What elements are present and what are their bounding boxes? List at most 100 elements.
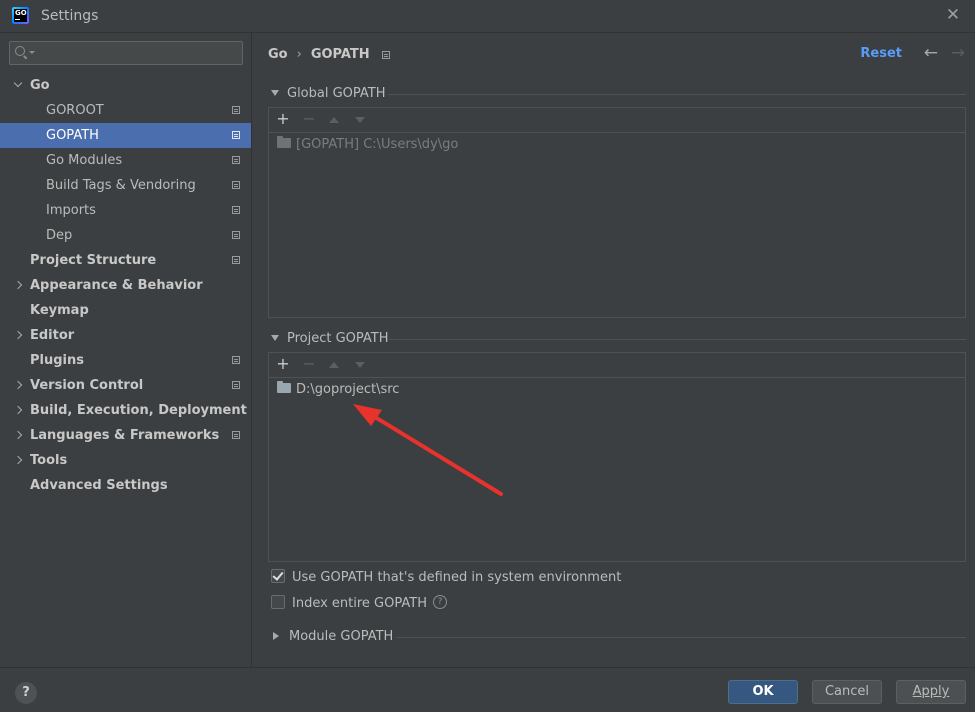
sidebar-item-appearance-behavior[interactable]: Appearance & Behavior [0, 273, 251, 298]
index-entire-gopath-option[interactable]: Index entire GOPATH? [271, 595, 447, 613]
help-button[interactable]: ? [15, 682, 37, 704]
sidebar-item-go[interactable]: Go [0, 73, 251, 98]
sidebar-item-label: Project Structure [30, 253, 157, 268]
ok-button[interactable]: OK [728, 680, 798, 704]
sidebar-item-label: Tools [30, 453, 68, 468]
arrow-right-icon[interactable]: → [951, 43, 965, 63]
move-down-icon[interactable] [355, 117, 365, 123]
sidebar-item-label: Editor [30, 328, 75, 343]
use-system-gopath-option[interactable]: Use GOPATH that's defined in system envi… [271, 569, 621, 587]
project-level-icon [232, 256, 240, 264]
sidebar-item-project-structure[interactable]: Project Structure [0, 248, 251, 273]
sidebar-item-build-execution-deployment[interactable]: Build, Execution, Deployment [0, 398, 251, 423]
search-input[interactable] [9, 41, 243, 65]
chevron-down-icon[interactable] [13, 78, 23, 88]
project-gopath-panel: + − D:\goproject\src [268, 352, 966, 562]
expanded-triangle-icon [271, 89, 279, 96]
sidebar-item-plugins[interactable]: Plugins [0, 348, 251, 373]
apply-button[interactable]: Apply [896, 680, 966, 704]
sidebar-item-label: Version Control [30, 378, 144, 393]
project-level-icon [232, 356, 240, 364]
expanded-triangle-icon [271, 334, 279, 341]
remove-icon[interactable]: − [301, 356, 317, 372]
chevron-right-icon[interactable] [13, 330, 23, 340]
sidebar-item-gopath[interactable]: GOPATH [0, 123, 251, 148]
folder-icon [277, 136, 291, 148]
sidebar-item-label: Languages & Frameworks [30, 428, 220, 443]
chevron-right-icon[interactable] [13, 380, 23, 390]
settings-sidebar: Go GOROOT GOPATH Go Modules Build Tags & Ven… [0, 33, 252, 667]
global-gopath-title: Global GOPATH [287, 86, 386, 101]
sidebar-item-label: Dep [46, 228, 73, 243]
module-gopath-header[interactable]: Module GOPATH [271, 629, 393, 645]
breadcrumb: Go › GOPATH [268, 46, 390, 64]
collapsed-triangle-icon [273, 631, 279, 640]
sidebar-item-label: Go [30, 78, 50, 93]
breadcrumb-parent[interactable]: Go [268, 46, 288, 64]
sidebar-item-tools[interactable]: Tools [0, 448, 251, 473]
gopath-entry: [GOPATH] C:\Users\dy\go [296, 137, 459, 152]
title-bar: GO Settings ✕ [0, 0, 975, 33]
use-system-gopath-label: Use GOPATH that's defined in system envi… [292, 570, 622, 585]
help-icon[interactable]: ? [432, 595, 447, 609]
sidebar-item-editor[interactable]: Editor [0, 323, 251, 348]
global-gopath-panel: + − [GOPATH] C:\Users\dy\go [268, 107, 966, 318]
move-up-icon[interactable] [329, 117, 339, 123]
sidebar-item-advanced-settings[interactable]: Advanced Settings [0, 473, 251, 498]
apply-label: Apply [912, 684, 950, 699]
sidebar-item-label: Appearance & Behavior [30, 278, 203, 293]
sidebar-item-label: Build Tags & Vendoring [46, 178, 196, 193]
arrow-left-icon[interactable]: ← [924, 43, 938, 63]
sidebar-item-label: Advanced Settings [30, 478, 168, 493]
add-icon[interactable]: + [275, 356, 291, 372]
remove-icon[interactable]: − [301, 111, 317, 127]
project-gopath-header[interactable]: Project GOPATH [271, 331, 389, 347]
search-history-dropdown-icon[interactable] [29, 51, 35, 54]
use-system-gopath-checkbox[interactable] [271, 569, 285, 583]
window-title: Settings [41, 8, 99, 24]
move-down-icon[interactable] [355, 362, 365, 368]
sidebar-item-dep[interactable]: Dep [0, 223, 251, 248]
sidebar-item-version-control[interactable]: Version Control [0, 373, 251, 398]
settings-tree: Go GOROOT GOPATH Go Modules Build Tags & Ven… [0, 73, 251, 498]
chevron-right-icon[interactable] [13, 430, 23, 440]
project-level-icon [232, 381, 240, 389]
global-gopath-header[interactable]: Global GOPATH [271, 86, 386, 102]
move-up-icon[interactable] [329, 362, 339, 368]
project-gopath-title: Project GOPATH [287, 331, 389, 346]
sidebar-item-build-tags-vendoring[interactable]: Build Tags & Vendoring [0, 173, 251, 198]
project-level-icon [232, 231, 240, 239]
close-icon[interactable]: ✕ [943, 5, 963, 25]
search-icon [15, 46, 25, 56]
index-entire-gopath-label: Index entire GOPATH [292, 596, 427, 611]
sidebar-item-label: Keymap [30, 303, 89, 318]
dialog-footer: ? OK Cancel Apply [0, 667, 975, 712]
list-item[interactable]: [GOPATH] C:\Users\dy\go [277, 135, 458, 155]
module-gopath-title: Module GOPATH [289, 629, 394, 644]
section-divider [396, 637, 966, 638]
reset-link[interactable]: Reset [860, 46, 902, 61]
chevron-right-icon[interactable] [13, 405, 23, 415]
index-entire-gopath-checkbox[interactable] [271, 595, 285, 609]
section-divider [389, 339, 966, 340]
sidebar-item-imports[interactable]: Imports [0, 198, 251, 223]
breadcrumb-separator: › [296, 47, 302, 62]
sidebar-item-goroot[interactable]: GOROOT [0, 98, 251, 123]
sidebar-item-label: Go Modules [46, 153, 123, 168]
section-divider [388, 94, 966, 95]
gopath-entry: D:\goproject\src [296, 382, 400, 397]
list-item[interactable]: D:\goproject\src [277, 380, 399, 400]
global-gopath-toolbar: + − [269, 108, 965, 133]
project-level-icon [232, 431, 240, 439]
chevron-right-icon[interactable] [13, 280, 23, 290]
cancel-button[interactable]: Cancel [812, 680, 882, 704]
project-level-icon [232, 156, 240, 164]
add-icon[interactable]: + [275, 111, 291, 127]
settings-content: Go › GOPATH Reset ← → Global GOPATH + − [G… [252, 33, 975, 667]
sidebar-item-label: Imports [46, 203, 96, 218]
sidebar-item-go-modules[interactable]: Go Modules [0, 148, 251, 173]
sidebar-item-languages-frameworks[interactable]: Languages & Frameworks [0, 423, 251, 448]
sidebar-item-label: GOROOT [46, 103, 104, 118]
sidebar-item-keymap[interactable]: Keymap [0, 298, 251, 323]
chevron-right-icon[interactable] [13, 455, 23, 465]
